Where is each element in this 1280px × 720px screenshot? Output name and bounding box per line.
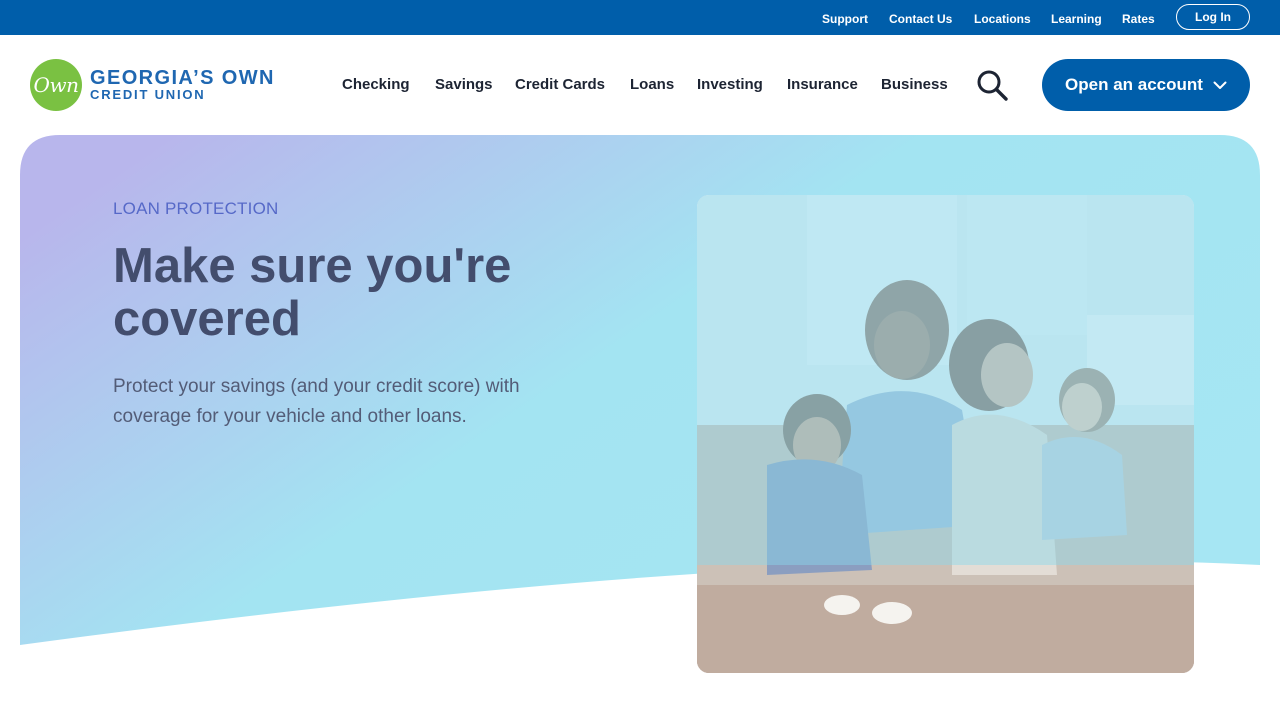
nav-item-loans[interactable]: Loans <box>630 76 674 94</box>
nav-item-checking[interactable]: Checking <box>342 76 410 94</box>
logo-subtitle: CREDIT UNION <box>90 87 206 102</box>
search-icon <box>977 70 1008 101</box>
hero-photo <box>697 195 1194 673</box>
nav-item-business[interactable]: Business <box>881 76 948 94</box>
family-photo-illustration <box>697 195 1194 673</box>
nav-item-savings[interactable]: Savings <box>435 76 493 94</box>
hero-title: Make sure you're covered <box>113 239 512 346</box>
nav-item-investing[interactable]: Investing <box>697 76 763 94</box>
open-account-button[interactable]: Open an account <box>1042 59 1250 111</box>
hero-description: Protect your savings (and your credit sc… <box>113 376 520 427</box>
logo-badge-text: Own <box>33 73 79 97</box>
open-account-label: Open an account <box>1065 75 1203 94</box>
chevron-down-icon <box>1213 81 1227 89</box>
logo-wordmark[interactable]: GEORGIA’S OWN <box>90 67 275 89</box>
logo-badge[interactable]: Own <box>30 59 82 111</box>
hero-eyebrow: LOAN PROTECTION <box>113 199 279 218</box>
search-button[interactable] <box>974 68 1010 102</box>
nav-item-insurance[interactable]: Insurance <box>787 76 858 94</box>
nav-item-credit-cards[interactable]: Credit Cards <box>515 76 605 94</box>
